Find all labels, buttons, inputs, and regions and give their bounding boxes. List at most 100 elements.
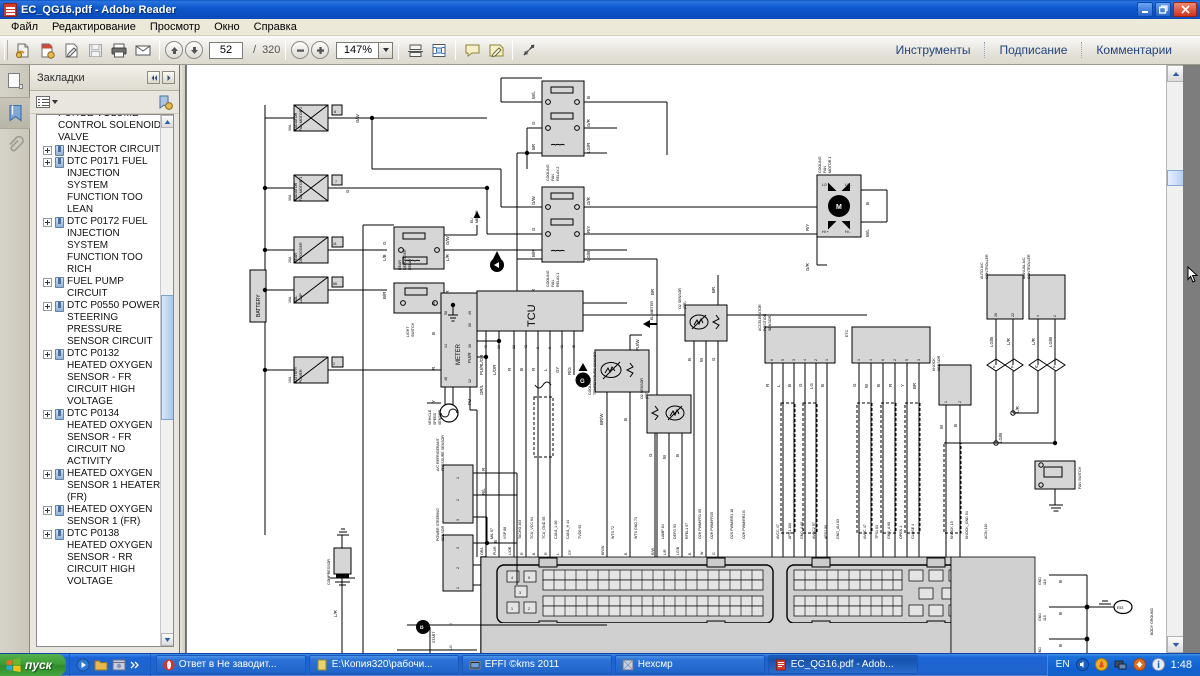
network-icon[interactable] — [1114, 658, 1127, 671]
page-number-input[interactable]: 52 — [209, 42, 243, 59]
bookmarks-scroll-area[interactable]: PURGE VOLUME CONTROL SOLENOID VALVE INJE… — [36, 114, 174, 647]
toolbar-separator-2 — [285, 40, 286, 60]
menu-file[interactable]: Файл — [5, 20, 44, 34]
menu-window[interactable]: Окно — [208, 20, 246, 34]
svg-text:26: 26 — [994, 313, 998, 317]
tab-tools[interactable]: Инструменты — [882, 43, 985, 57]
svg-text:4: 4 — [1036, 315, 1040, 317]
scroll-up-icon[interactable] — [161, 115, 174, 128]
list-item[interactable]: HEATED OXYGEN SENSOR 1 (FR) — [37, 504, 161, 528]
list-options-icon — [36, 96, 50, 108]
list-item[interactable]: DTC P0172 FUEL INJECTION SYSTEM FUNCTION… — [37, 216, 161, 276]
email-icon[interactable] — [132, 39, 154, 61]
bookmark-options-menu[interactable] — [36, 96, 58, 108]
close-button[interactable] — [1173, 2, 1197, 17]
list-item[interactable]: FUEL PUMP CIRCUIT — [37, 276, 161, 300]
scrollbar-thumb[interactable] — [1167, 170, 1183, 186]
clock[interactable]: 1:48 — [1171, 659, 1192, 671]
print-icon[interactable] — [108, 39, 130, 61]
save-icon[interactable] — [84, 39, 106, 61]
tab-comments[interactable]: Комментарии — [1082, 43, 1186, 57]
task-button[interactable]: Ответ в Не заводит... — [156, 655, 306, 674]
update-icon[interactable] — [1133, 658, 1146, 671]
browser-icon[interactable] — [112, 658, 126, 672]
svg-text:O2H PWM/FR35: O2H PWM/FR35 — [710, 512, 714, 539]
list-item[interactable]: PURGE VOLUME CONTROL SOLENOID VALVE — [37, 114, 161, 144]
scrollbar-thumb[interactable] — [161, 295, 174, 420]
scroll-down-icon[interactable] — [161, 633, 174, 646]
svg-text:EL/ METER: EL/ METER — [650, 301, 654, 320]
svg-text:G: G — [531, 121, 536, 125]
new-bookmark-icon[interactable] — [158, 95, 173, 110]
task-button[interactable]: EFFI ©kms 2011 — [462, 655, 612, 674]
language-indicator[interactable]: EN — [1056, 659, 1070, 670]
svg-text:REAR: REAR — [398, 260, 402, 270]
tab-sign[interactable]: Подписание — [985, 43, 1081, 57]
more-chevron-icon[interactable] — [130, 658, 144, 672]
svg-text:COOLING: COOLING — [818, 156, 822, 173]
list-item[interactable]: DTC P0132 HEATED OXYGEN SENSOR - FR CIRC… — [37, 348, 161, 408]
fit-width-icon[interactable] — [404, 39, 426, 61]
expand-toggle-icon[interactable] — [43, 530, 52, 539]
previous-page-button[interactable] — [165, 41, 183, 59]
expand-toggle-icon[interactable] — [43, 278, 52, 287]
document-scrollbar[interactable] — [1166, 65, 1183, 653]
task-button[interactable]: Нехсмр — [615, 655, 765, 674]
toolbar-grip[interactable] — [4, 40, 8, 60]
scroll-up-icon[interactable] — [1167, 65, 1183, 82]
highlight-text-icon[interactable] — [485, 39, 507, 61]
folder-icon[interactable] — [94, 658, 108, 672]
zoom-in-button[interactable] — [311, 41, 329, 59]
page-thumbnails-icon[interactable] — [0, 65, 30, 97]
bookmarks-scrollbar[interactable] — [160, 115, 173, 646]
svg-text:COOLING: COOLING — [546, 164, 550, 181]
sticky-note-icon[interactable] — [461, 39, 483, 61]
save-copy-icon[interactable] — [36, 39, 58, 61]
menu-edit[interactable]: Редактирование — [46, 20, 142, 34]
menu-help[interactable]: Справка — [248, 20, 303, 34]
open-file-icon[interactable] — [12, 39, 34, 61]
expand-toggle-icon[interactable] — [43, 410, 52, 419]
scroll-down-icon[interactable] — [1167, 636, 1183, 653]
document-viewport[interactable]: .w{stroke:#000;stroke-width:1;fill:none;… — [187, 65, 1183, 653]
expand-toggle-icon[interactable] — [43, 158, 52, 167]
fullscreen-icon[interactable] — [518, 39, 540, 61]
zoom-level-input[interactable]: 147% — [336, 42, 378, 59]
menu-view[interactable]: Просмотр — [144, 20, 206, 34]
expand-toggle-icon[interactable] — [43, 470, 52, 479]
task-button[interactable]: E:\Копия320\рабочи... — [309, 655, 459, 674]
list-item[interactable]: DTC P0171 FUEL INJECTION SYSTEM FUNCTION… — [37, 156, 161, 216]
expand-toggle-icon[interactable] — [43, 302, 52, 311]
expand-toggle-icon[interactable] — [43, 146, 52, 155]
collapse-panel-button[interactable] — [147, 71, 160, 84]
volume-icon[interactable] — [1076, 658, 1089, 671]
expand-panel-button[interactable] — [162, 71, 175, 84]
attachments-icon[interactable] — [0, 129, 30, 161]
minimize-button[interactable] — [1137, 2, 1153, 17]
bookmarks-icon[interactable] — [0, 97, 30, 129]
list-item[interactable]: DTC P0138 HEATED OXYGEN SENSOR - RR CIRC… — [37, 528, 161, 588]
info-icon[interactable] — [1152, 658, 1165, 671]
list-item[interactable]: INJECTOR CIRCUIT — [37, 144, 161, 156]
task-button-active[interactable]: EC_QG16.pdf - Adob... — [768, 655, 918, 674]
restore-button[interactable] — [1155, 2, 1171, 17]
panel-splitter[interactable] — [180, 65, 186, 653]
snapshot-icon[interactable] — [428, 39, 450, 61]
task-label: Ответ в Не заводит... — [179, 659, 277, 670]
bookmark-item-icon — [55, 277, 64, 288]
expand-toggle-icon[interactable] — [43, 218, 52, 227]
firewall-icon[interactable] — [1095, 658, 1108, 671]
svg-text:12: 12 — [468, 379, 472, 383]
expand-toggle-icon[interactable] — [43, 350, 52, 359]
expand-toggle-icon[interactable] — [43, 506, 52, 515]
list-item[interactable]: DTC P0134 HEATED OXYGEN SENSOR - FR CIRC… — [37, 408, 161, 468]
next-page-button[interactable] — [185, 41, 203, 59]
list-item[interactable]: DTC P0550 POWER STEERING PRESSURE SENSOR… — [37, 300, 161, 348]
edit-pdf-icon[interactable] — [60, 39, 82, 61]
media-player-icon[interactable] — [76, 658, 90, 672]
svg-text:30A: 30A — [288, 194, 292, 201]
zoom-out-button[interactable] — [291, 41, 309, 59]
start-button[interactable]: пуск — [0, 654, 66, 676]
list-item[interactable]: HEATED OXYGEN SENSOR 1 HEATER (FR) — [37, 468, 161, 504]
chevron-down-icon[interactable] — [378, 42, 393, 59]
